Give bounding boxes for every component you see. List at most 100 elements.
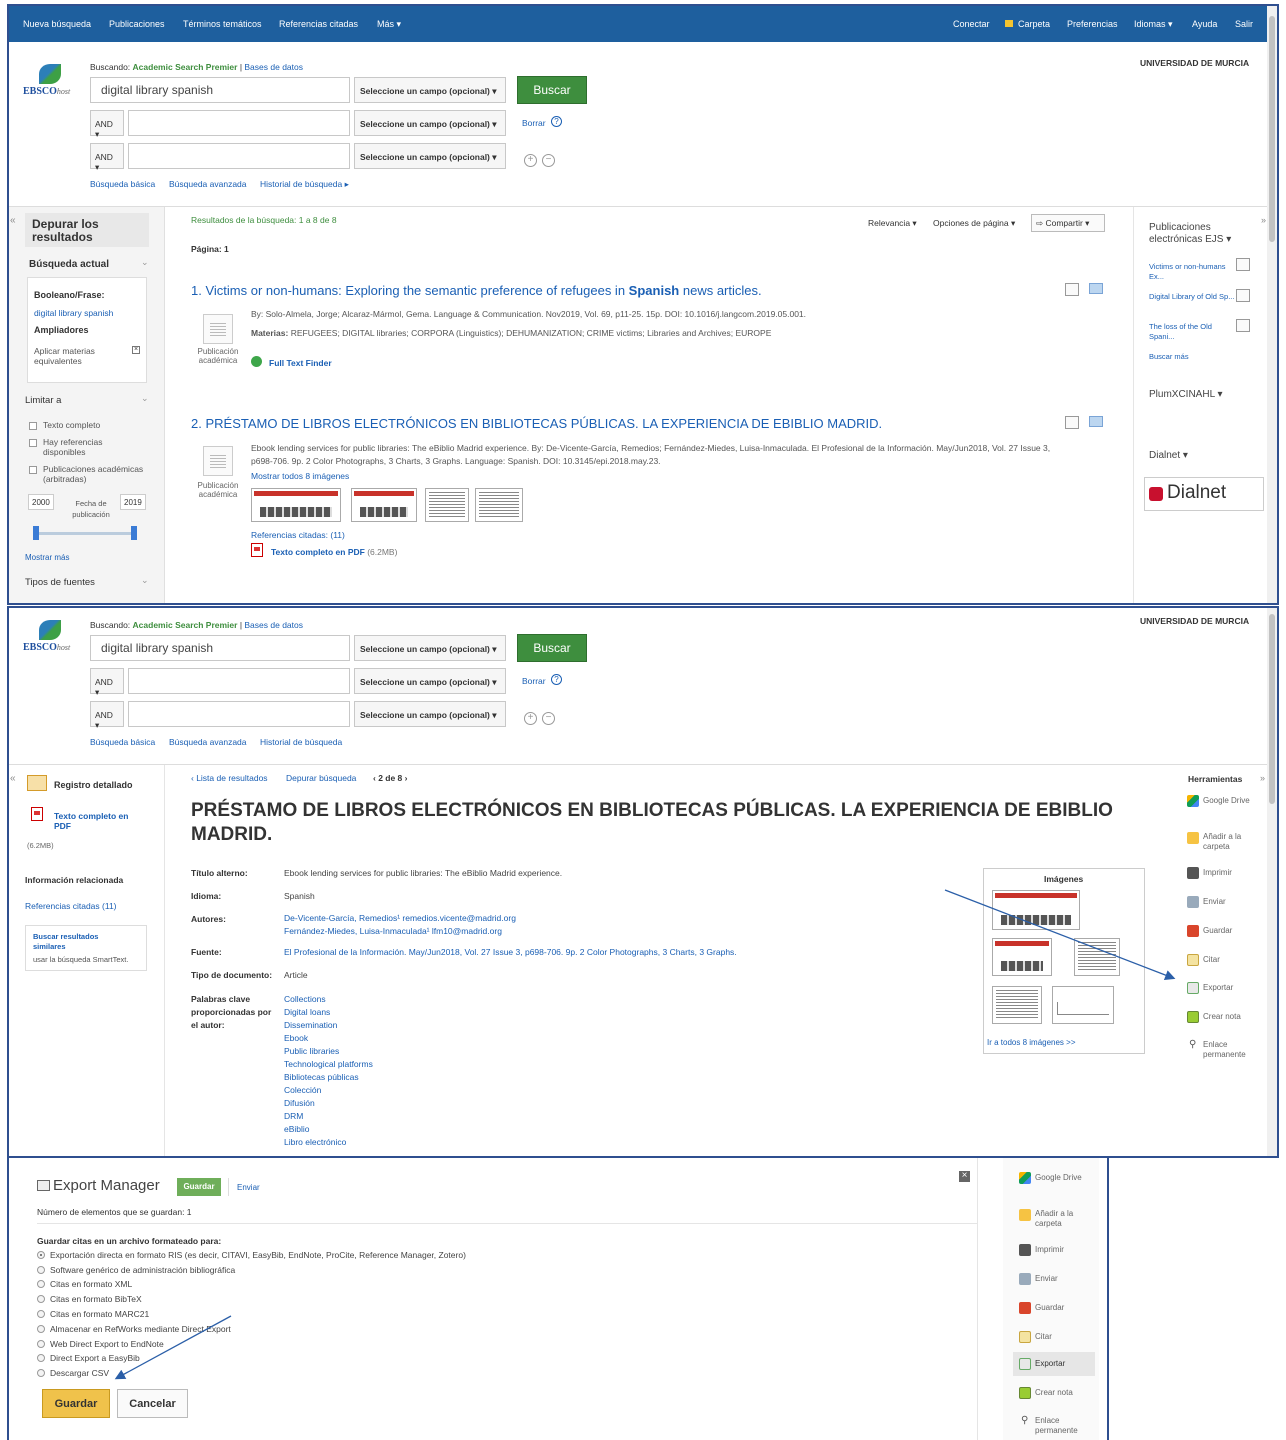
advanced-search-link[interactable]: Búsqueda avanzada [169, 179, 247, 189]
pdf-line: Texto completo en PDF (6.2MB) [271, 547, 397, 557]
bool-select-2[interactable]: AND ▾ [90, 110, 124, 139]
result-2-title-text[interactable]: PRÉSTAMO DE LIBROS ELECTRÓNICOS EN BIBLI… [205, 416, 882, 431]
dialnet-logo[interactable]: Dialnet [1144, 477, 1264, 511]
export-manager-panel: Export Manager Guardar Enviar × Número d… [7, 1156, 1109, 1440]
tool-export[interactable]: Exportar [1035, 1359, 1065, 1368]
nav-folder[interactable]: Carpeta [1018, 19, 1050, 29]
search-input-2[interactable] [128, 110, 350, 136]
preview-icon[interactable] [1236, 258, 1250, 271]
nav-more[interactable]: Más ▾ [377, 19, 401, 30]
tool-add-folder[interactable]: Añadir a la carpeta [1035, 1209, 1085, 1229]
tool-email[interactable]: Enviar [1035, 1274, 1058, 1283]
ejs-heading[interactable]: Publicaciones electrónicas EJS ▾ [1149, 222, 1249, 246]
collapse-right-icon[interactable]: » [1261, 215, 1266, 225]
collapse-left-icon[interactable]: « [10, 215, 16, 226]
field-select-2[interactable]: Seleccione un campo (opcional) ▾ [354, 110, 506, 136]
result-1-title[interactable]: 1. Victims or non-humans: Exploring the … [191, 283, 762, 298]
dialnet-heading[interactable]: Dialnet ▾ [1149, 450, 1188, 461]
tool-cite[interactable]: Citar [1035, 1332, 1052, 1341]
pdf-fulltext-link[interactable]: Texto completo en PDF [271, 547, 365, 557]
databases-link[interactable]: Bases de datos [244, 62, 303, 72]
bool-select-3[interactable]: AND ▾ [90, 143, 124, 172]
chevron-down-icon[interactable]: ⌄ [141, 257, 149, 268]
scholarly-checkbox[interactable] [29, 466, 37, 474]
remove-row-icon[interactable]: − [542, 154, 555, 167]
result-1-pubtype: Publicación académica [197, 347, 239, 365]
preview-icon[interactable] [1065, 416, 1079, 429]
field-select-1[interactable]: Seleccione un campo (opcional) ▾ [354, 77, 506, 103]
date-from-input[interactable]: 2000 [28, 494, 54, 510]
clear-link[interactable]: Borrar [522, 118, 546, 128]
date-slider-max-handle[interactable] [131, 526, 137, 540]
search-input-1[interactable]: digital library spanish [90, 77, 350, 103]
ejs-item-1[interactable]: Victims or non-humans Ex... [1149, 262, 1235, 282]
nav-languages[interactable]: Idiomas ▾ [1134, 19, 1173, 30]
preview-icon[interactable] [1065, 283, 1079, 296]
google-drive-icon [1019, 1172, 1031, 1184]
date-slider-min-handle[interactable] [33, 526, 39, 540]
image-thumb-3[interactable] [425, 488, 469, 522]
refine-title-box: Depurar los resultados [25, 213, 149, 247]
result-1-title-c[interactable]: news articles. [679, 283, 762, 298]
tool-google-drive[interactable]: Google Drive [1035, 1173, 1085, 1183]
nav-publications[interactable]: Publicaciones [109, 19, 165, 29]
preview-icon[interactable] [1236, 319, 1250, 332]
note-icon [1019, 1387, 1031, 1399]
page-options-select[interactable]: Opciones de página ▾ [933, 218, 1015, 229]
chevron-down-icon[interactable]: ⌄ [141, 575, 149, 586]
ejs-item-3[interactable]: The loss of the Old Spani... [1149, 322, 1235, 342]
chevron-down-icon[interactable]: ⌄ [141, 393, 149, 404]
search-input-3[interactable] [128, 143, 350, 169]
scrollbar[interactable] [1267, 608, 1277, 1156]
refs-checkbox[interactable] [29, 439, 37, 447]
nav-subject-terms[interactable]: Términos temáticos [183, 19, 262, 29]
show-images-link[interactable]: Mostrar todos 8 imágenes [251, 471, 349, 481]
source-types-label[interactable]: Tipos de fuentes [25, 577, 95, 588]
scrollbar[interactable] [1267, 6, 1277, 603]
show-more-link[interactable]: Mostrar más [25, 553, 69, 562]
add-folder-icon[interactable] [1089, 416, 1103, 427]
result-1-title-highlight[interactable]: Spanish [629, 283, 680, 298]
fulltext-checkbox[interactable] [29, 422, 37, 430]
nav-signin[interactable]: Conectar [953, 19, 990, 29]
image-thumb-2[interactable] [351, 488, 417, 522]
full-text-finder-link[interactable]: Full Text Finder [269, 358, 332, 368]
result-1-title-a[interactable]: Victims or non-humans: Exploring the sem… [205, 283, 628, 298]
image-thumb-1[interactable] [251, 488, 341, 522]
tool-export-active[interactable]: Exportar [1013, 1352, 1095, 1376]
ebsco-logo: EBSCOhost [23, 64, 93, 100]
tool-print[interactable]: Imprimir [1035, 1245, 1064, 1254]
search-button[interactable]: Buscar [517, 76, 587, 104]
image-thumb-4[interactable] [475, 488, 523, 522]
nav-cited-refs[interactable]: Referencias citadas [279, 19, 358, 29]
boolean-value-link[interactable]: digital library spanish [34, 308, 113, 318]
result-2-title[interactable]: 2. PRÉSTAMO DE LIBROS ELECTRÓNICOS EN BI… [191, 416, 882, 431]
add-folder-icon[interactable] [1089, 283, 1103, 294]
date-to-input[interactable]: 2019 [120, 494, 146, 510]
search-history-link[interactable]: Historial de búsqueda ▸ [260, 179, 349, 190]
tool-permalink[interactable]: Enlace permanente [1035, 1416, 1089, 1436]
search-more-link[interactable]: Buscar más [1149, 352, 1189, 361]
results-count: Resultados de la búsqueda: 1 a 8 de 8 [191, 215, 337, 225]
add-row-icon[interactable]: + [524, 154, 537, 167]
database-name[interactable]: Academic Search Premier [133, 62, 238, 72]
basic-search-link[interactable]: Búsqueda básica [90, 179, 155, 189]
export-icon [1019, 1358, 1031, 1370]
nav-preferences[interactable]: Preferencias [1067, 19, 1118, 29]
nav-new-search[interactable]: Nueva búsqueda [23, 19, 91, 29]
preview-icon[interactable] [1236, 289, 1250, 302]
remove-expander-icon[interactable]: × [132, 346, 140, 354]
cited-refs-link[interactable]: Referencias citadas: (11) [251, 530, 345, 540]
pdf-size: (6.2MB) [367, 547, 398, 557]
ejs-item-2[interactable]: Digital Library of Old Sp... [1149, 292, 1235, 312]
tool-save[interactable]: Guardar [1035, 1303, 1064, 1312]
nav-help[interactable]: Ayuda [1192, 19, 1217, 29]
plumx-heading[interactable]: PlumXCINAHL ▾ [1149, 389, 1223, 400]
field-select-3[interactable]: Seleccione un campo (opcional) ▾ [354, 143, 506, 169]
full-text-finder-icon [251, 356, 262, 367]
tool-create-note[interactable]: Crear nota [1035, 1388, 1073, 1397]
share-button[interactable]: ⇨ Compartir ▾ [1031, 214, 1105, 232]
help-icon[interactable]: ? [551, 116, 562, 127]
nav-exit[interactable]: Salir [1235, 19, 1253, 29]
sort-select[interactable]: Relevancia ▾ [868, 218, 917, 229]
